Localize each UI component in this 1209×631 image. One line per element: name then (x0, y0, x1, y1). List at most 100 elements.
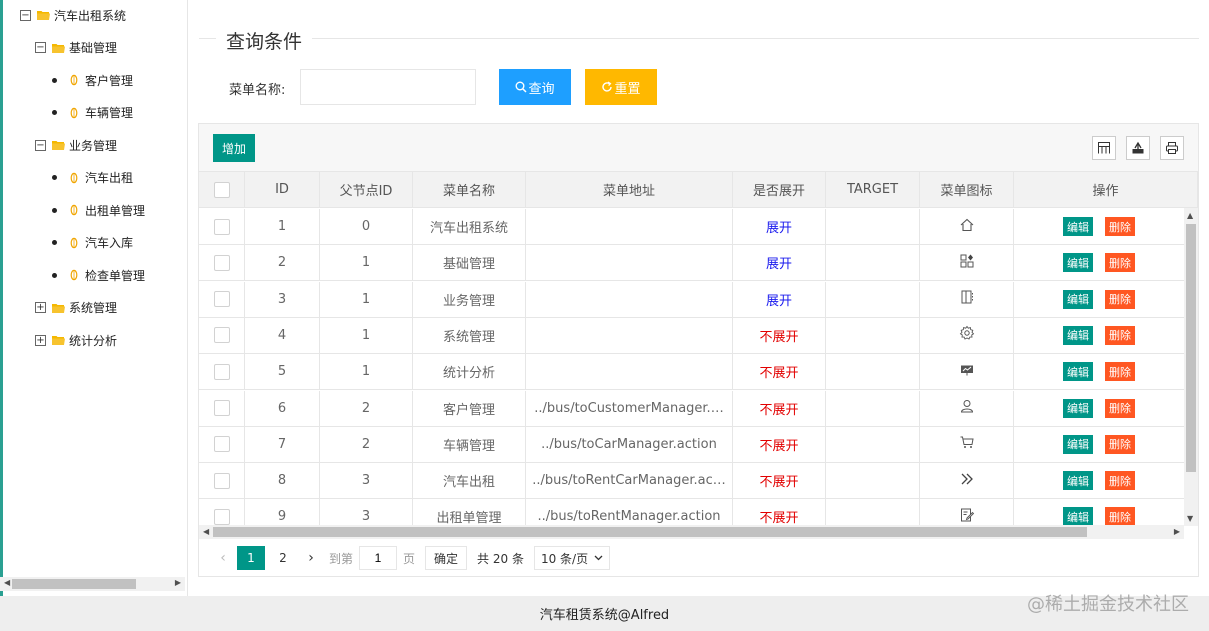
table-row[interactable]: 3 1 业务管理 展开 编辑 删除 (199, 281, 1184, 318)
cell-name: 出租单管理 (413, 499, 526, 525)
edit-button[interactable]: 编辑 (1063, 398, 1093, 418)
row-checkbox[interactable] (213, 472, 230, 489)
checkbox-cell (199, 390, 245, 426)
tree-node-leaf[interactable]: 汽车出租 (52, 167, 133, 189)
add-button[interactable]: 增加 (213, 134, 255, 162)
menu-name-input[interactable] (300, 69, 476, 105)
cell-spread: 展开 (733, 245, 826, 281)
collapse-toggle-icon[interactable]: − (20, 9, 31, 21)
collapse-toggle-icon[interactable]: − (35, 139, 46, 151)
row-checkbox[interactable] (213, 327, 230, 344)
edit-button[interactable]: 编辑 (1063, 471, 1093, 491)
row-checkbox[interactable] (213, 508, 230, 525)
tree-node-leaf[interactable]: 车辆管理 (52, 102, 133, 124)
delete-button[interactable]: 删除 (1105, 471, 1135, 491)
query-button[interactable]: 查询 (499, 69, 571, 105)
app-icon (959, 253, 975, 273)
page-size-select[interactable]: 10 条/页 (533, 546, 611, 570)
tree-label: 统计分析 (69, 333, 118, 348)
page-2[interactable]: 2 (269, 546, 297, 570)
table-row[interactable]: 2 1 基础管理 展开 编辑 删除 (199, 245, 1184, 282)
cell-href (526, 354, 733, 390)
print-icon[interactable] (1160, 136, 1184, 160)
select-all-checkbox[interactable] (213, 181, 230, 198)
table-row[interactable]: 1 0 汽车出租系统 展开 编辑 删除 (199, 209, 1184, 245)
header-icon[interactable]: 菜单图标 (920, 172, 1014, 207)
delete-button[interactable]: 删除 (1105, 289, 1135, 309)
goto-label: 到第 (329, 551, 354, 566)
chart-screen-icon (959, 362, 975, 382)
leaf-icon (69, 107, 79, 119)
edit-button[interactable]: 编辑 (1063, 253, 1093, 273)
cell-name: 车辆管理 (413, 426, 526, 462)
tree-node-leaf[interactable]: 检查单管理 (52, 264, 145, 286)
row-checkbox[interactable] (213, 254, 230, 271)
prev-page-icon[interactable]: ‹ (211, 550, 235, 566)
row-checkbox[interactable] (213, 363, 230, 380)
header-href[interactable]: 菜单地址 (526, 172, 733, 207)
table-row[interactable]: 8 3 汽车出租 ../bus/toRentCarManager.ac… 不展开 编辑 删除 (199, 463, 1184, 500)
cell-name: 汽车出租系统 (413, 209, 526, 244)
chevron-down-icon (594, 555, 603, 561)
spread-value: 不展开 (759, 329, 799, 345)
table-vertical-scrollbar[interactable]: ▲ ▼ (1184, 208, 1198, 526)
tree-node-leaf[interactable]: 出租单管理 (52, 199, 145, 221)
cell-icon (920, 209, 1014, 244)
edit-button[interactable]: 编辑 (1063, 217, 1093, 236)
tree-node-group[interactable]: − 业务管理 (35, 134, 117, 156)
export-icon[interactable] (1126, 136, 1150, 160)
columns-icon[interactable] (1092, 136, 1116, 160)
table-row[interactable]: 7 2 车辆管理 ../bus/toCarManager.action 不展开 编辑 删除 (199, 426, 1184, 463)
spread-value: 不展开 (759, 438, 799, 454)
tree-node-leaf[interactable]: 汽车入库 (52, 232, 133, 254)
cell-pid: 1 (320, 281, 413, 317)
header-name[interactable]: 菜单名称 (413, 172, 526, 207)
goto-page-input[interactable] (359, 546, 398, 570)
expand-toggle-icon[interactable]: + (35, 302, 46, 313)
table-row[interactable]: 9 3 出租单管理 ../bus/toRentManager.action 不展开 编辑删… (199, 499, 1184, 525)
delete-button[interactable]: 删除 (1105, 362, 1135, 382)
table-row[interactable]: 5 1 统计分析 不展开 编辑 删除 (199, 354, 1184, 391)
reset-button[interactable]: 重置 (585, 69, 657, 105)
row-checkbox[interactable] (213, 400, 230, 416)
delete-button[interactable]: 删除 (1105, 325, 1135, 345)
next-page-icon[interactable]: › (299, 550, 323, 566)
edit-button[interactable]: 编辑 (1063, 289, 1093, 309)
table-horizontal-scrollbar[interactable]: ◀ ▶ (199, 525, 1184, 539)
edit-button[interactable]: 编辑 (1063, 434, 1093, 454)
row-checkbox[interactable] (213, 436, 230, 453)
header-pid[interactable]: 父节点ID (320, 172, 413, 207)
cell-href: ../bus/toRentManager.action (526, 499, 733, 525)
cell-actions: 编辑 删除 (1014, 282, 1184, 317)
tree-node-root[interactable]: − 汽车出租系统 (20, 4, 126, 26)
sidebar-horizontal-scrollbar[interactable]: ◀ ▶ (0, 577, 185, 591)
table-row[interactable]: 4 1 系统管理 不展开 编辑 删除 (199, 317, 1184, 354)
header-actions: 操作 (1014, 172, 1198, 207)
delete-button[interactable]: 删除 (1105, 507, 1135, 525)
delete-button[interactable]: 删除 (1105, 217, 1135, 236)
collapse-toggle-icon[interactable]: − (35, 42, 46, 53)
tree-node-leaf[interactable]: 客户管理 (52, 69, 133, 91)
tree-node-group[interactable]: + 系统管理 (35, 297, 117, 319)
header-spread[interactable]: 是否展开 (733, 172, 826, 207)
tree-node-group[interactable]: − 基础管理 (35, 37, 117, 59)
row-checkbox[interactable] (213, 291, 230, 308)
edit-button[interactable]: 编辑 (1063, 362, 1093, 382)
edit-button[interactable]: 编辑 (1063, 507, 1093, 525)
delete-button[interactable]: 删除 (1105, 398, 1135, 418)
bullet-icon (52, 175, 57, 180)
tree-node-group[interactable]: + 统计分析 (35, 329, 117, 351)
delete-button[interactable]: 删除 (1105, 253, 1135, 273)
goto-confirm-button[interactable]: 确定 (425, 546, 468, 570)
cell-icon (920, 281, 1014, 317)
expand-toggle-icon[interactable]: + (35, 334, 46, 346)
edit-button[interactable]: 编辑 (1063, 325, 1093, 345)
cart-icon (959, 434, 975, 454)
search-icon (515, 81, 528, 93)
header-target[interactable]: TARGET (826, 172, 920, 207)
row-checkbox[interactable] (213, 218, 230, 235)
delete-button[interactable]: 删除 (1105, 434, 1135, 454)
table-row[interactable]: 6 2 客户管理 ../bus/toCustomerManager.… 不展开 编辑 删除 (199, 390, 1184, 427)
header-id[interactable]: ID (245, 172, 320, 207)
page-1[interactable]: 1 (237, 546, 265, 570)
